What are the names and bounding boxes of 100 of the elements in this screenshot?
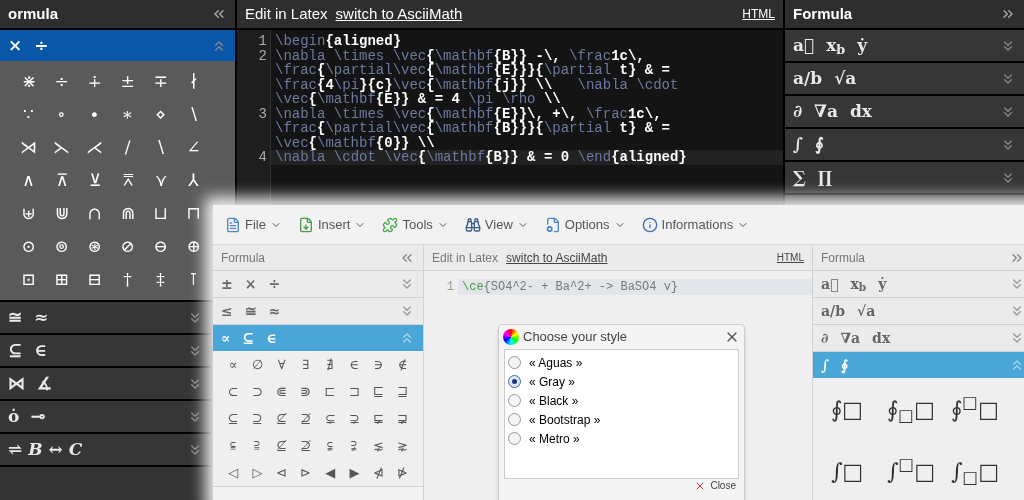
symbol-button[interactable]: ▶	[342, 462, 367, 483]
symbol-button[interactable]: ⊋	[342, 408, 367, 429]
symbol-button[interactable]: ⋄	[144, 101, 177, 128]
symbol-button[interactable]: ⊕	[177, 233, 210, 260]
symbol-button[interactable]: ∗	[111, 101, 144, 128]
section-header[interactable]: ≤ ≅ ≈	[213, 298, 423, 324]
symbol-button[interactable]: ∮□	[821, 392, 873, 426]
symbol-button[interactable]: ∈	[342, 354, 367, 375]
symbol-button[interactable]: ∕	[111, 134, 144, 161]
symbol-button[interactable]: ⊼	[45, 167, 78, 194]
symbol-button[interactable]: dx	[849, 98, 872, 125]
symbol-button[interactable]: x$_{b}$	[826, 32, 846, 59]
symbol-button[interactable]: ∮$_{□}$□	[885, 392, 937, 426]
symbol-button[interactable]: ≅	[8, 304, 22, 331]
symbol-button[interactable]: ⊒	[390, 381, 415, 402]
symbol-button[interactable]: ÷	[45, 68, 78, 95]
symbol-button[interactable]: ‡	[144, 266, 177, 293]
symbol-button[interactable]: ⊂	[221, 381, 246, 402]
symbol-button[interactable]: ⊡	[12, 266, 45, 293]
symbol-button[interactable]: ȯ	[8, 403, 20, 430]
section-header[interactable]: a⃗ x$_{b}$ ẏ	[813, 271, 1024, 297]
symbol-button[interactable]: ∧	[12, 167, 45, 194]
symbol-button[interactable]: ⋑	[293, 381, 318, 402]
symbol-button[interactable]: ∮	[814, 131, 824, 158]
symbol-button[interactable]: ⊚	[45, 233, 78, 260]
symbol-button[interactable]: ∵	[12, 101, 45, 128]
symbol-button[interactable]: ∏	[817, 164, 833, 191]
radio-button[interactable]	[508, 356, 521, 369]
symbol-button[interactable]: †	[111, 266, 144, 293]
symbol-button[interactable]: ⋒	[111, 200, 144, 227]
symbol-button[interactable]: ∝	[221, 354, 246, 375]
symbol-button[interactable]: ∔	[78, 68, 111, 95]
menu-button[interactable]: Informations	[641, 214, 750, 235]
style-option[interactable]: « Bootstrap »	[505, 410, 738, 429]
symbol-button[interactable]: ⊲	[269, 462, 294, 483]
symbol-button[interactable]: ⊃	[245, 381, 270, 402]
symbol-button[interactable]: ±	[111, 68, 144, 95]
symbol-button[interactable]: ⊉	[293, 435, 318, 456]
symbol-button[interactable]: ⇌ B ↔ C	[8, 436, 83, 463]
symbol-button[interactable]: ⊖	[144, 233, 177, 260]
symbol-button[interactable]: a/b	[821, 300, 845, 322]
symbol-button[interactable]: ⋎	[144, 167, 177, 194]
symbol-button[interactable]: ∀	[269, 354, 294, 375]
symbol-button[interactable]: ⊛	[78, 233, 111, 260]
symbol-button[interactable]: ⋥	[390, 408, 415, 429]
symbol-button[interactable]: ⊸	[31, 403, 46, 430]
symbol-button[interactable]: ∃	[293, 354, 318, 375]
symbol-button[interactable]: ◁	[221, 462, 246, 483]
symbol-button[interactable]: ∙	[78, 101, 111, 128]
symbol-button[interactable]: ∩	[78, 200, 111, 227]
symbol-button[interactable]: a⃗	[821, 273, 839, 295]
symbol-button[interactable]: ∫	[793, 131, 803, 158]
symbol-button[interactable]: ⊳	[293, 462, 318, 483]
symbol-button[interactable]: ▷	[245, 462, 270, 483]
radio-button[interactable]	[508, 394, 521, 407]
symbol-button[interactable]: ∑	[793, 164, 806, 191]
symbol-button[interactable]: ⊇	[245, 408, 270, 429]
symbol-button[interactable]: ⋦	[366, 435, 391, 456]
symbol-button[interactable]: ẏ	[878, 273, 887, 295]
switch-mode-link[interactable]: switch to AsciiMath	[335, 2, 463, 26]
symbol-button[interactable]: ⋧	[390, 435, 415, 456]
symbol-button[interactable]: ×	[8, 32, 23, 59]
symbol-button[interactable]: ∮$^{□}$□	[949, 392, 1001, 426]
symbol-button[interactable]: dx	[872, 327, 891, 349]
symbol-button[interactable]: ÷	[268, 273, 281, 295]
symbol-button[interactable]: ∫$_{□}$□	[949, 454, 1001, 488]
menu-button[interactable]: File	[225, 214, 282, 235]
symbol-button[interactable]: ∫$^{□}$□	[885, 454, 937, 488]
symbol-button[interactable]: ⊓	[177, 200, 210, 227]
symbol-button[interactable]: ⊏	[318, 381, 343, 402]
symbol-button[interactable]: ⅄	[177, 167, 210, 194]
section-header[interactable]: ∂ ∇a dx	[813, 325, 1024, 351]
symbol-button[interactable]: ⊆	[8, 337, 23, 364]
symbol-button[interactable]: ±	[221, 273, 233, 295]
symbol-button[interactable]: ∫□	[821, 454, 873, 488]
symbol-button[interactable]: ⊈	[269, 408, 294, 429]
symbol-button[interactable]: ∈	[34, 337, 47, 364]
symbol-button[interactable]: ⋋	[45, 134, 78, 161]
symbol-button[interactable]: ⩞	[111, 167, 144, 194]
symbol-button[interactable]: ∄	[318, 354, 343, 375]
symbol-button[interactable]: ⋐	[269, 381, 294, 402]
symbol-button[interactable]: √a	[834, 65, 857, 92]
symbol-button[interactable]: ẏ	[857, 32, 868, 59]
symbol-button[interactable]: a⃗	[793, 32, 815, 59]
symbol-button[interactable]: ⋪	[366, 462, 391, 483]
symbol-button[interactable]: a/b	[793, 65, 823, 92]
symbol-button[interactable]: ⊊	[318, 408, 343, 429]
symbol-button[interactable]: ≤	[221, 300, 233, 322]
symbol-button[interactable]: ⊙	[12, 233, 45, 260]
symbol-button[interactable]: x$_{b}$	[850, 273, 867, 295]
symbol-button[interactable]: ∘	[45, 101, 78, 128]
radio-button[interactable]	[508, 413, 521, 426]
symbol-button[interactable]: ⫌	[342, 435, 367, 456]
symbol-button[interactable]: ∠	[177, 134, 210, 161]
html-link[interactable]: HTML	[742, 5, 775, 23]
symbol-button[interactable]: ∇a	[840, 327, 861, 349]
close-button[interactable]: Close	[694, 480, 736, 492]
symbol-button[interactable]: ⋤	[366, 408, 391, 429]
style-option[interactable]: « Gray »	[505, 372, 738, 391]
symbol-button[interactable]: ⋇	[12, 68, 45, 95]
